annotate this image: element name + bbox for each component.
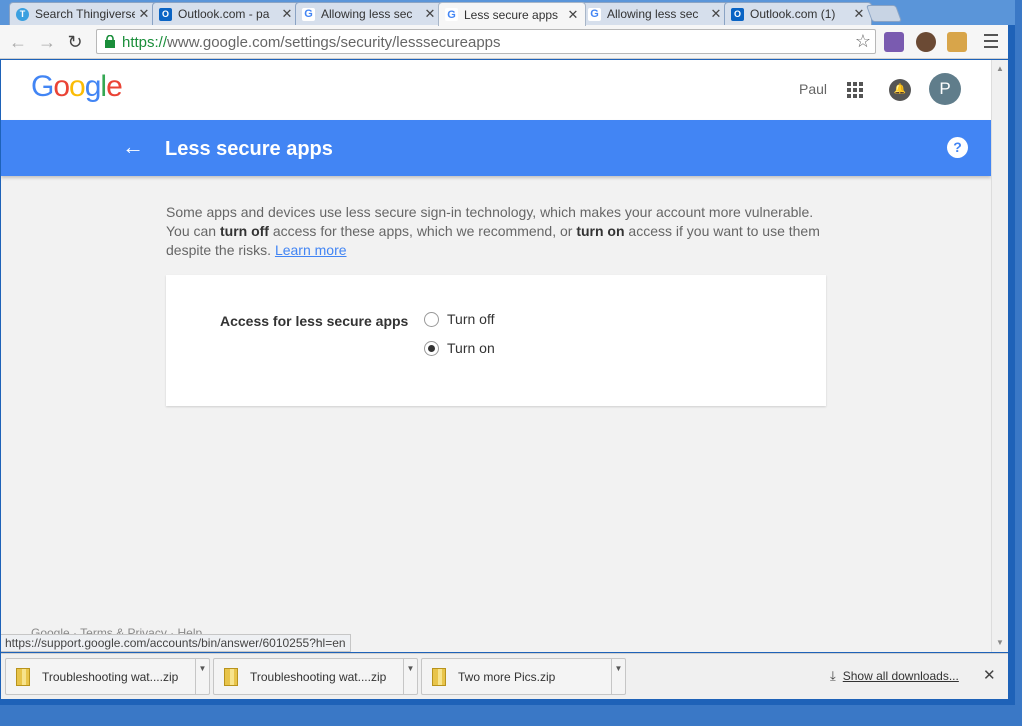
download-name: Troubleshooting wat....zip bbox=[250, 669, 387, 684]
extension-icon-doge[interactable] bbox=[947, 32, 967, 52]
zip-file-icon bbox=[16, 667, 30, 686]
extension-icon-alien[interactable] bbox=[884, 32, 904, 52]
close-icon[interactable]: ✕ bbox=[853, 6, 865, 22]
setting-label: Access for less secure apps bbox=[220, 313, 409, 329]
desc-line3: despite the risks. bbox=[166, 242, 275, 258]
page-title-bar: ← Less secure apps ? bbox=[1, 120, 991, 176]
download-item[interactable]: Two more Pics.zip ▼ bbox=[421, 658, 626, 695]
reload-button[interactable]: ↻ bbox=[64, 31, 86, 53]
forward-button[interactable]: → bbox=[36, 31, 58, 53]
download-name: Two more Pics.zip bbox=[458, 669, 556, 684]
google-icon: G bbox=[588, 7, 601, 21]
status-bar-url: https://support.google.com/accounts/bin/… bbox=[1, 634, 351, 652]
page-viewport: Google Paul 🔔 P ← Less secure apps ? Som… bbox=[1, 60, 991, 652]
close-icon[interactable]: ✕ bbox=[281, 6, 293, 22]
tab-strip: T Search Thingiverse ✕ O Outlook.com - p… bbox=[0, 0, 1015, 26]
download-item[interactable]: Troubleshooting wat....zip ▼ bbox=[213, 658, 418, 695]
tab-outlook[interactable]: O Outlook.com - pa ✕ bbox=[152, 2, 300, 25]
radio-button[interactable] bbox=[424, 340, 439, 356]
download-menu-caret-icon[interactable]: ▼ bbox=[403, 659, 417, 694]
close-icon[interactable]: ✕ bbox=[983, 666, 996, 684]
google-header: Google Paul 🔔 P bbox=[1, 60, 991, 120]
url-scheme: https:// bbox=[122, 34, 168, 51]
close-icon[interactable]: ✕ bbox=[710, 6, 722, 22]
download-item[interactable]: Troubleshooting wat....zip ▼ bbox=[5, 658, 210, 695]
tab-title: Outlook.com (1) bbox=[750, 7, 836, 21]
download-icon: ⤓ bbox=[830, 668, 836, 683]
outlook-icon: O bbox=[159, 7, 172, 21]
desc-line2b: access for these apps, which we recommen… bbox=[268, 223, 577, 239]
close-icon[interactable]: ✕ bbox=[424, 6, 436, 22]
show-all-downloads-link[interactable]: Show all downloads... bbox=[843, 669, 959, 683]
url-text: https://www.google.com/settings/security… bbox=[122, 34, 501, 51]
tab-title: Allowing less sec bbox=[321, 7, 413, 21]
tab-outlook-2[interactable]: O Outlook.com (1) ✕ bbox=[724, 2, 872, 25]
tab-allowing-less-secure-2[interactable]: G Allowing less sec ✕ bbox=[581, 2, 729, 25]
radio-label[interactable]: Turn off bbox=[447, 311, 494, 327]
desc-turn-off: turn off bbox=[219, 223, 269, 239]
desc-line1: Some apps and devices use less secure si… bbox=[166, 204, 814, 220]
scroll-up-icon[interactable]: ▲ bbox=[996, 64, 1004, 73]
extension-icon-avatar[interactable] bbox=[916, 32, 936, 52]
help-icon[interactable]: ? bbox=[947, 137, 968, 158]
radio-turn-off[interactable]: Turn off bbox=[424, 311, 494, 327]
address-bar[interactable]: https://www.google.com/settings/security… bbox=[96, 29, 876, 54]
scrollbar[interactable]: ▲ ▼ bbox=[991, 60, 1008, 652]
tab-search-thingiverse[interactable]: T Search Thingiverse ✕ bbox=[9, 2, 157, 25]
show-all-downloads[interactable]: ⤓ Show all downloads... bbox=[830, 668, 959, 684]
new-tab-button[interactable] bbox=[865, 5, 903, 22]
lock-icon bbox=[105, 35, 115, 48]
settings-card: Access for less secure apps Turn off Tur… bbox=[166, 275, 826, 406]
download-menu-caret-icon[interactable]: ▼ bbox=[611, 659, 625, 694]
scroll-down-icon[interactable]: ▼ bbox=[996, 638, 1004, 647]
back-button[interactable]: ← bbox=[7, 31, 29, 53]
tab-allowing-less-secure[interactable]: G Allowing less sec ✕ bbox=[295, 2, 443, 25]
browser-window: T Search Thingiverse ✕ O Outlook.com - p… bbox=[0, 0, 1015, 705]
browser-toolbar: ← → ↻ https://www.google.com/settings/se… bbox=[0, 25, 1008, 59]
tab-title: Search Thingiverse bbox=[35, 7, 135, 21]
menu-icon[interactable] bbox=[984, 34, 998, 48]
url-path: www.google.com/settings/security/lesssec… bbox=[167, 34, 501, 51]
outlook-icon: O bbox=[731, 7, 744, 21]
tab-less-secure-apps[interactable]: G Less secure apps ✕ bbox=[438, 2, 586, 26]
close-icon[interactable]: ✕ bbox=[138, 6, 150, 22]
learn-more-link[interactable]: Learn more bbox=[275, 242, 347, 258]
google-icon: G bbox=[302, 7, 315, 21]
desc-turn-on: turn on bbox=[576, 223, 625, 239]
tab-title: Allowing less sec bbox=[607, 7, 699, 21]
desc-line2c: access if you want to use them bbox=[624, 223, 820, 239]
zip-file-icon bbox=[432, 667, 446, 686]
tab-title: Outlook.com - pa bbox=[178, 7, 270, 21]
zip-file-icon bbox=[224, 667, 238, 686]
desc-line2a: You can bbox=[166, 223, 220, 239]
radio-turn-on[interactable]: Turn on bbox=[424, 340, 495, 356]
apps-grid-icon[interactable] bbox=[847, 82, 863, 98]
download-menu-caret-icon[interactable]: ▼ bbox=[195, 659, 209, 694]
page-title: Less secure apps bbox=[165, 138, 333, 160]
back-arrow-icon[interactable]: ← bbox=[122, 134, 144, 160]
download-shelf: Troubleshooting wat....zip ▼ Troubleshoo… bbox=[1, 653, 1008, 699]
avatar[interactable]: P bbox=[929, 73, 961, 105]
google-logo[interactable]: Google bbox=[31, 70, 123, 104]
tab-title: Less secure apps bbox=[464, 7, 559, 22]
notifications-bell-icon[interactable]: 🔔 bbox=[889, 79, 911, 101]
google-icon: G bbox=[445, 8, 458, 21]
bookmark-star-icon[interactable]: ☆ bbox=[855, 31, 871, 52]
radio-label[interactable]: Turn on bbox=[447, 340, 495, 356]
thingiverse-icon: T bbox=[16, 7, 29, 21]
description-text: Some apps and devices use less secure si… bbox=[166, 203, 836, 260]
radio-button[interactable] bbox=[424, 311, 439, 327]
download-name: Troubleshooting wat....zip bbox=[42, 669, 179, 684]
close-icon[interactable]: ✕ bbox=[567, 7, 579, 23]
user-name[interactable]: Paul bbox=[799, 81, 827, 97]
